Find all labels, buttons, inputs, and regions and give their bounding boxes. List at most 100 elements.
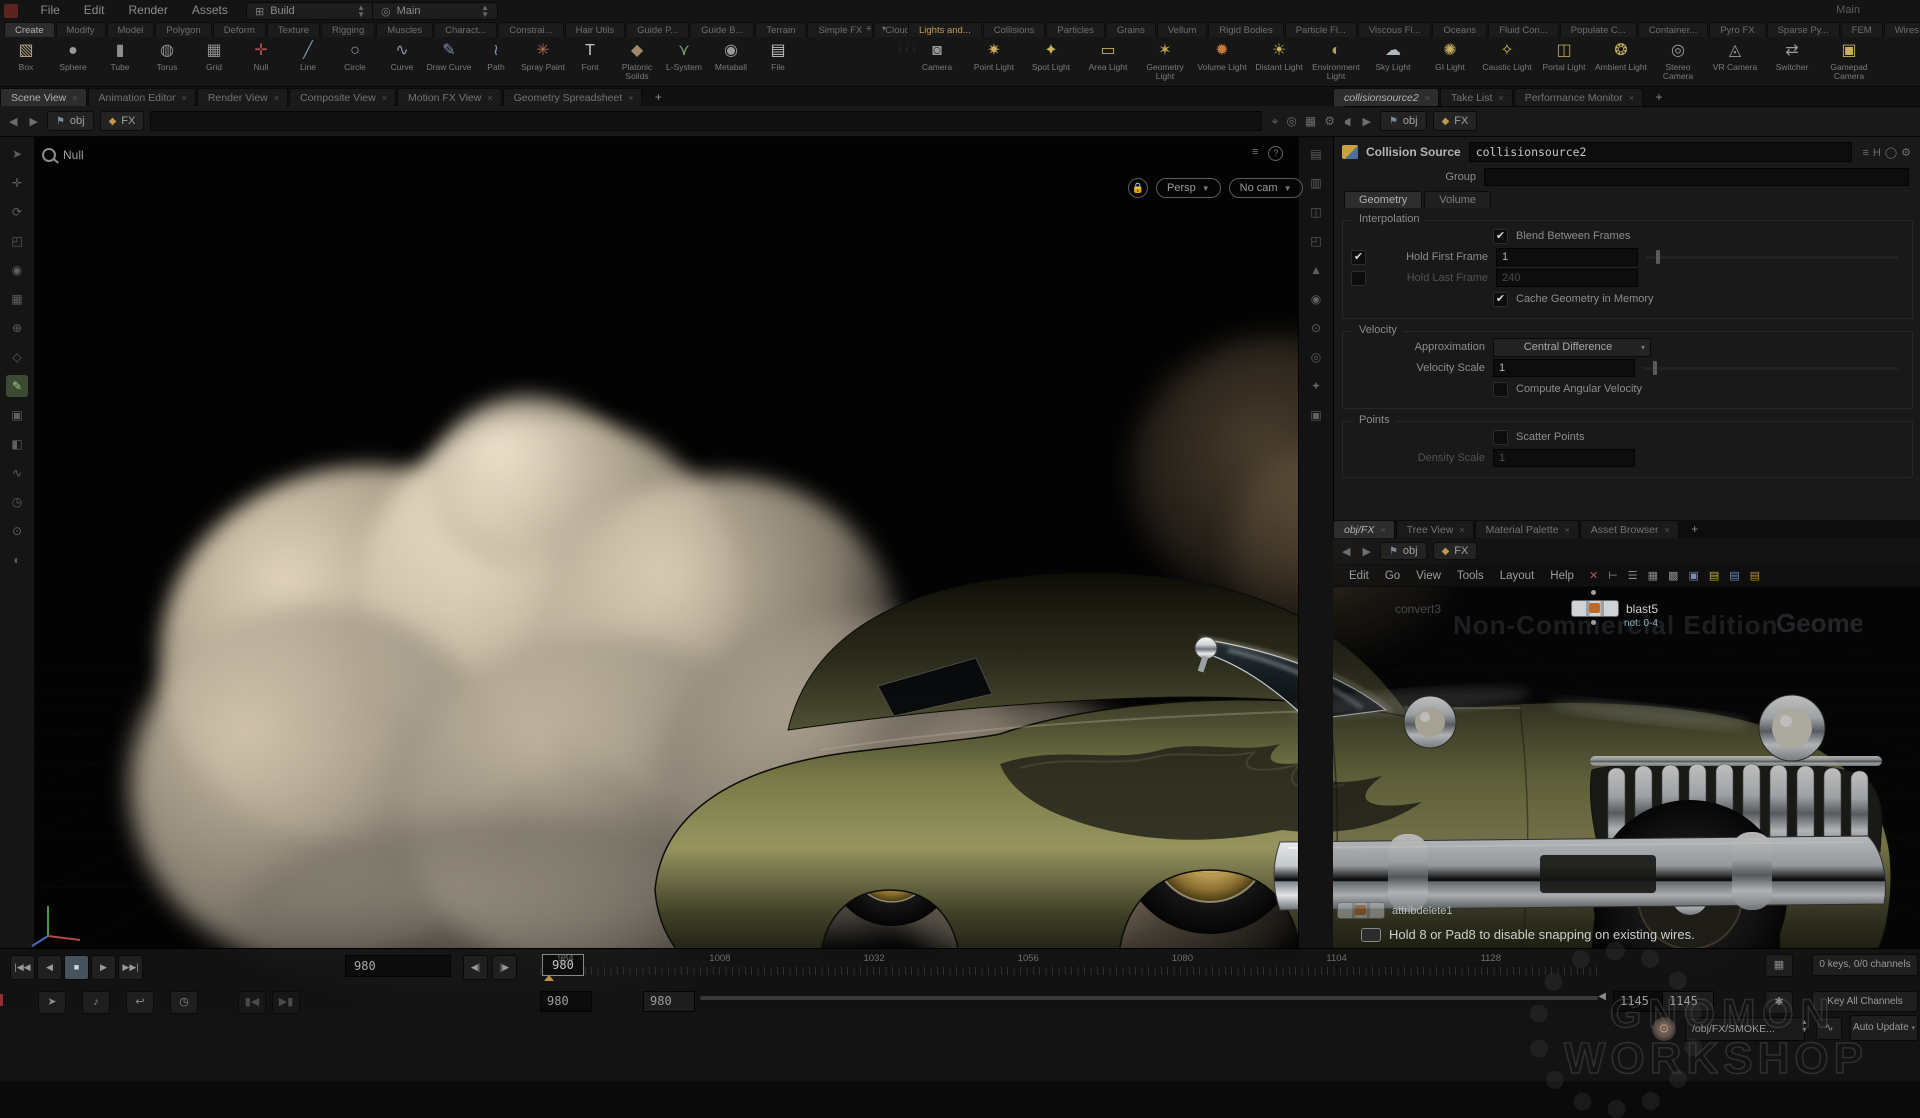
shelf-tool[interactable]: ❂Ambient Light bbox=[1593, 39, 1649, 72]
context-spinner[interactable]: ▲▼ bbox=[1801, 1019, 1808, 1035]
forward-icon[interactable]: ▶ bbox=[1359, 545, 1373, 558]
new-tab-button[interactable]: + bbox=[1684, 522, 1705, 536]
shelf-tool[interactable]: ◆Platonic Solids bbox=[614, 39, 660, 81]
radial-menu-selector[interactable]: ◎ Main▲▼ bbox=[372, 2, 498, 20]
toolbar-icon[interactable]: ▣ bbox=[6, 404, 28, 426]
brain-gear-icon[interactable]: ⚙ bbox=[1652, 1017, 1676, 1041]
pathbar-icon[interactable]: ▦ bbox=[1301, 114, 1320, 128]
pane-tab[interactable]: obj/FX× bbox=[1333, 520, 1395, 538]
shelf-tool[interactable]: ◉Metaball bbox=[708, 39, 754, 72]
close-tab-icon[interactable]: × bbox=[274, 93, 279, 103]
new-tab-button[interactable]: + bbox=[648, 90, 669, 104]
network-toolbar-icon[interactable]: ▦ bbox=[1643, 570, 1663, 582]
shelf-tab[interactable]: Muscles bbox=[376, 22, 433, 37]
network-toolbar-icon[interactable]: ⊢ bbox=[1603, 570, 1623, 582]
shelf-tab[interactable]: Pyro FX bbox=[1709, 22, 1765, 37]
shelf-tool[interactable]: ◍Torus bbox=[144, 39, 190, 72]
shelf-tool[interactable]: ◐Environment Light bbox=[1308, 39, 1364, 81]
close-tab-icon[interactable]: × bbox=[1380, 525, 1385, 535]
forward-icon[interactable]: ▶ bbox=[1359, 115, 1373, 128]
back-icon[interactable]: ◀ bbox=[6, 115, 20, 128]
shelf-tool[interactable]: ◎Stereo Camera bbox=[1650, 39, 1706, 81]
shelf-tab[interactable]: Viscous Fl... bbox=[1358, 22, 1432, 37]
shelf-tab[interactable]: Particle Fl... bbox=[1285, 22, 1357, 37]
shelf-tab[interactable]: Grains bbox=[1106, 22, 1156, 37]
toolbar-icon[interactable]: ◷ bbox=[6, 491, 28, 513]
pane-tab[interactable]: Performance Monitor× bbox=[1514, 88, 1643, 106]
network-node[interactable]: attribdelete1 bbox=[1337, 902, 1453, 919]
shelf-tool[interactable]: ⇄Switcher bbox=[1764, 39, 1820, 72]
shelf-tab[interactable]: Create bbox=[4, 22, 55, 37]
close-tab-icon[interactable]: × bbox=[1459, 525, 1464, 535]
network-toolbar-icon[interactable]: ☰ bbox=[1623, 570, 1643, 582]
scoped-channels-icon[interactable]: ▦ bbox=[1765, 954, 1793, 977]
node-chip[interactable]: ◆FX bbox=[100, 111, 145, 131]
range-slider[interactable]: ◀ bbox=[700, 993, 1598, 1003]
shelf-tool[interactable]: ✦Spot Light bbox=[1023, 39, 1079, 72]
shelf-tab[interactable]: Hair Utils bbox=[565, 22, 626, 37]
keys-status-button[interactable]: 0 keys, 0/0 channels bbox=[1812, 954, 1918, 976]
shelf-tool[interactable]: ◙Camera bbox=[909, 39, 965, 72]
play-back-button[interactable]: ◀ bbox=[37, 955, 62, 980]
menubar-menu[interactable]: Render bbox=[116, 0, 179, 20]
lock-camera-icon[interactable]: 🔒 bbox=[1128, 178, 1148, 198]
toolbar-icon[interactable]: ◉ bbox=[6, 259, 28, 281]
node-shape[interactable] bbox=[1337, 902, 1385, 919]
forward-icon[interactable]: ▶ bbox=[26, 115, 40, 128]
toolbar-icon[interactable]: ▥ bbox=[1305, 172, 1327, 194]
param-checkbox[interactable] bbox=[1493, 382, 1508, 397]
context-chip[interactable]: ⚑obj bbox=[47, 111, 94, 131]
prev-key-icon[interactable]: ▮◀ bbox=[238, 991, 266, 1014]
toolbar-icon[interactable]: ⊙ bbox=[1305, 317, 1327, 339]
close-tab-icon[interactable]: × bbox=[1498, 93, 1503, 103]
param-header-icon[interactable]: ≡ bbox=[1860, 147, 1870, 159]
auto-update-button[interactable]: Auto Update ▾ bbox=[1850, 1015, 1918, 1041]
network-toolbar-icon[interactable]: ▤ bbox=[1745, 570, 1765, 582]
shelf-tool[interactable]: ▤File bbox=[755, 39, 801, 72]
close-tab-icon[interactable]: × bbox=[1565, 525, 1570, 535]
context-chip[interactable]: ⚑obj bbox=[1380, 542, 1427, 560]
network-menu[interactable]: Tools bbox=[1449, 568, 1492, 584]
param-header-icon[interactable]: ⚙ bbox=[1899, 147, 1913, 159]
network-menu[interactable]: Help bbox=[1542, 568, 1582, 584]
shelf-tab[interactable]: Rigging bbox=[321, 22, 375, 37]
toolbar-icon[interactable]: ✛ bbox=[6, 172, 28, 194]
toolbar-icon[interactable]: ➤ bbox=[6, 143, 28, 165]
shelf-tab[interactable]: Vellum bbox=[1157, 22, 1208, 37]
network-toolbar-icon[interactable]: ▤ bbox=[1704, 570, 1724, 582]
shelf-tab[interactable]: Wires bbox=[1884, 22, 1920, 37]
shelf-tool[interactable]: ✧Caustic Light bbox=[1479, 39, 1535, 72]
network-menu[interactable]: Go bbox=[1377, 568, 1408, 584]
param-header-icon[interactable]: ◯ bbox=[1883, 147, 1899, 159]
shelf-tab[interactable]: Deform bbox=[213, 22, 266, 37]
node-name-field[interactable]: collisionsource2 bbox=[1469, 142, 1853, 162]
shelf-tool[interactable]: ✷Point Light bbox=[966, 39, 1022, 72]
close-tab-icon[interactable]: × bbox=[487, 93, 492, 103]
camera-selector[interactable]: No cam▼ bbox=[1229, 178, 1303, 198]
shelf-tab[interactable]: Constrai... bbox=[498, 22, 563, 37]
play-button[interactable]: ▶ bbox=[91, 955, 116, 980]
node-shape[interactable] bbox=[1571, 600, 1619, 617]
pane-tab[interactable]: Render View× bbox=[197, 88, 288, 106]
toolbar-icon[interactable]: ▲ bbox=[1305, 259, 1327, 281]
shelf-tab[interactable]: Modify bbox=[56, 22, 106, 37]
network-canvas[interactable]: Non-Commercial Edition Geometry convert3… bbox=[1333, 586, 1920, 948]
range-end-field[interactable]: 1145 bbox=[1662, 991, 1714, 1012]
param-field[interactable]: 1 bbox=[1493, 449, 1635, 467]
network-menu[interactable]: View bbox=[1408, 568, 1449, 584]
toolbar-icon[interactable]: ◧ bbox=[6, 433, 28, 455]
node-output-dot[interactable] bbox=[1591, 620, 1596, 625]
shelf-tab[interactable]: Rigid Bodies bbox=[1208, 22, 1283, 37]
pane-tab[interactable]: Material Palette× bbox=[1475, 520, 1579, 538]
toolbar-icon[interactable]: ✎ bbox=[6, 375, 28, 397]
param-checkbox[interactable] bbox=[1493, 430, 1508, 445]
shelf-tab[interactable]: Charact... bbox=[434, 22, 497, 37]
shelf-add-button[interactable]: + bbox=[862, 23, 876, 36]
shelf-tool[interactable]: ✺GI Light bbox=[1422, 39, 1478, 72]
toolbar-icon[interactable]: ▣ bbox=[1305, 404, 1327, 426]
toolbar-icon[interactable]: ◰ bbox=[6, 230, 28, 252]
projection-selector[interactable]: Persp▼ bbox=[1156, 178, 1221, 198]
node-chip[interactable]: ◆FX bbox=[1433, 542, 1478, 560]
shelf-tab[interactable]: Lights and... bbox=[908, 22, 982, 37]
pane-tab[interactable]: Asset Browser× bbox=[1580, 520, 1679, 538]
